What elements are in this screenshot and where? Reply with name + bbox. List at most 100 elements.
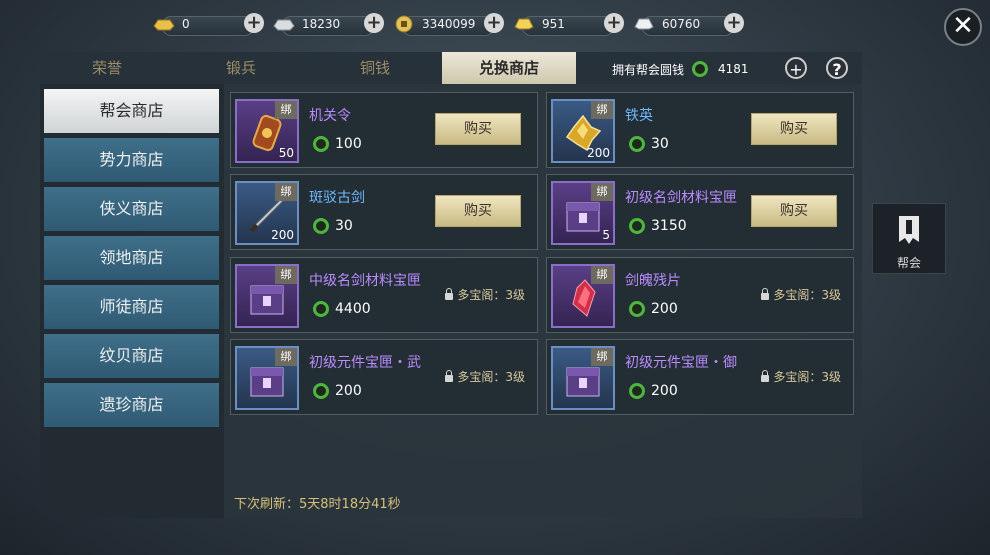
guild-coins-label: 拥有帮会圆钱 [612, 62, 685, 77]
price-value: 200 [651, 383, 678, 399]
shop-item-card[interactable]: 绑 50 机关令 100 购买 [230, 92, 538, 168]
currency-silver-bar: 60760 + [632, 12, 752, 38]
guild-coin-icon [692, 61, 709, 77]
help-button[interactable]: ? [826, 57, 848, 79]
bound-badge: 绑 [591, 266, 613, 284]
add-gold-bar-button[interactable]: + [604, 13, 624, 33]
guild-button[interactable]: 帮会 [872, 203, 946, 274]
sidebar-item-shell-shop[interactable]: 纹贝商店 [44, 334, 219, 378]
add-copper-coin-button[interactable]: + [484, 13, 504, 33]
buy-button[interactable]: 购买 [751, 113, 837, 145]
gold-bar-icon [514, 18, 534, 30]
guild-coins-value: 4181 [718, 62, 749, 76]
item-price: 4400 [313, 301, 371, 317]
item-price: 30 [629, 136, 669, 152]
item-price: 200 [629, 383, 678, 399]
shop-item-card[interactable]: 绑 初级元件宝匣・武 200 多宝阁：3级 [230, 339, 538, 415]
guild-coin-icon [629, 301, 645, 317]
bound-badge: 绑 [275, 266, 297, 284]
requirement-text: 多宝阁：3级 [773, 370, 841, 384]
sidebar-item-mentor-shop[interactable]: 师徒商店 [44, 285, 219, 329]
close-button[interactable]: ✕ [944, 8, 982, 46]
item-price: 30 [313, 218, 353, 234]
refresh-timer: 下次刷新：5天8时18分41秒 [234, 493, 401, 512]
unlock-requirement: 多宝阁：3级 [445, 368, 525, 385]
guild-banner-icon [899, 216, 919, 244]
item-name: 初级元件宝匣・御 [625, 355, 737, 371]
requirement-text: 多宝阁：3级 [457, 288, 525, 302]
treasure-chest-icon [250, 367, 284, 397]
shop-item-card[interactable]: 绑 初级元件宝匣・御 200 多宝阁：3级 [546, 339, 854, 415]
item-thumbnail: 绑 [551, 346, 615, 410]
item-price: 200 [629, 301, 678, 317]
item-name: 斑驳古剑 [309, 190, 365, 206]
add-silver-bar-button[interactable]: + [724, 13, 744, 33]
tab-copper[interactable]: 铜钱 [308, 52, 442, 84]
bound-badge: 绑 [591, 101, 613, 119]
sidebar-item-chivalry-shop[interactable]: 侠义商店 [44, 187, 219, 231]
item-price: 200 [313, 383, 362, 399]
tab-honor[interactable]: 荣誉 [40, 52, 174, 84]
close-icon: ✕ [952, 11, 974, 41]
lock-icon [445, 370, 454, 382]
add-silver-ingot-button[interactable]: + [364, 13, 384, 33]
item-thumbnail: 绑 200 [551, 99, 615, 163]
silver-ingot-icon [273, 19, 295, 31]
bound-badge: 绑 [275, 183, 297, 201]
guild-button-label: 帮会 [896, 256, 921, 270]
shop-item-card[interactable]: 绑 中级名剑材料宝匣 4400 多宝阁：3级 [230, 257, 538, 333]
shop-item-card[interactable]: 绑 5 初级名剑材料宝匣 3150 购买 [546, 174, 854, 250]
refresh-label: 下次刷新： [234, 497, 300, 512]
item-name: 机关令 [309, 108, 351, 124]
sidebar-item-faction-shop[interactable]: 势力商店 [44, 138, 219, 182]
item-name: 初级名剑材料宝匣 [625, 190, 737, 206]
buy-button[interactable]: 购买 [751, 195, 837, 227]
item-price: 3150 [629, 218, 687, 234]
guild-coins: 拥有帮会圆钱 4181 [612, 58, 749, 80]
shop-item-card[interactable]: 绑 200 斑驳古剑 30 购买 [230, 174, 538, 250]
gold-ingot-icon [153, 19, 175, 31]
shop-item-card[interactable]: 绑 剑魄残片 200 多宝阁：3级 [546, 257, 854, 333]
lock-icon [761, 288, 770, 300]
currency-bar: 0 + 18230 + 3340099 + 951 + 60760 + [152, 12, 752, 38]
item-quantity: 50 [278, 146, 294, 160]
guild-coin-icon [629, 136, 645, 152]
buy-button[interactable]: 购买 [435, 113, 521, 145]
item-quantity: 5 [602, 228, 610, 242]
requirement-text: 多宝阁：3级 [773, 288, 841, 302]
guild-coin-icon [313, 383, 329, 399]
item-name: 剑魄残片 [625, 273, 681, 289]
bound-badge: 绑 [591, 183, 613, 201]
item-price: 100 [313, 136, 362, 152]
bound-badge: 绑 [275, 348, 297, 366]
guild-coin-icon [313, 136, 329, 152]
item-thumbnail: 绑 5 [551, 181, 615, 245]
lock-icon [445, 288, 454, 300]
unlock-requirement: 多宝阁：3级 [445, 286, 525, 303]
tab-exchange-shop[interactable]: 兑换商店 [442, 52, 576, 84]
unlock-requirement: 多宝阁：3级 [761, 286, 841, 303]
price-value: 200 [335, 383, 362, 399]
shop-item-card[interactable]: 绑 200 铁英 30 购买 [546, 92, 854, 168]
refresh-countdown: 5天8时18分41秒 [299, 497, 401, 512]
currency-silver-ingot: 18230 + [272, 12, 392, 38]
price-value: 100 [335, 136, 362, 152]
buy-button[interactable]: 购买 [435, 195, 521, 227]
plus-icon: + [789, 60, 803, 79]
sidebar-item-territory-shop[interactable]: 领地商店 [44, 236, 219, 280]
currency-gold-bar: 951 + [512, 12, 632, 38]
add-gold-ingot-button[interactable]: + [244, 13, 264, 33]
add-guild-coins-button[interactable]: + [785, 57, 807, 79]
treasure-chest-icon [566, 202, 600, 232]
lock-icon [761, 370, 770, 382]
tab-forge[interactable]: 锻兵 [174, 52, 308, 84]
sidebar-item-guild-shop[interactable]: 帮会商店 [44, 89, 219, 133]
currency-gold-ingot: 0 + [152, 12, 272, 38]
currency-copper-coin: 3340099 + [392, 12, 512, 38]
item-name: 铁英 [625, 108, 653, 124]
guild-coin-icon [629, 383, 645, 399]
currency-value: 60760 [662, 17, 701, 31]
item-thumbnail: 绑 [235, 264, 299, 328]
price-value: 200 [651, 301, 678, 317]
sidebar-item-relic-shop[interactable]: 遗珍商店 [44, 383, 219, 427]
